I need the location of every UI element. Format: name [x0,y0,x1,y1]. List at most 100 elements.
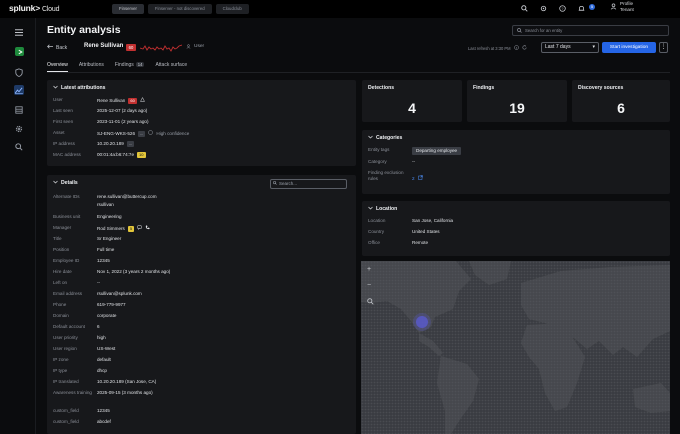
ip-badge: ... [126,141,135,147]
findings-count-badge: 14 [135,62,145,67]
entity-type: User [186,44,204,51]
exclusion-rules-link[interactable]: 2 [412,176,415,182]
app-logo-icon[interactable] [15,47,24,56]
latest-attributions-header[interactable]: Latest attributions [53,85,105,91]
arrow-left-icon [47,44,53,51]
topnav-item-not-discovered[interactable]: Finserver - not discovered [147,4,212,14]
asset-confidence: High confidence [156,130,190,136]
map-controls: + − [367,266,374,307]
search-icon [273,180,277,188]
location-title: Location [376,206,398,212]
discovery-sources-label: Discovery sources [578,85,624,91]
zoom-in-icon[interactable]: + [367,266,374,273]
location-panel: Location Location San Jose, California C… [362,201,670,256]
details-title: Details [61,180,78,186]
location-map[interactable]: + − [361,261,670,434]
discovery-sources-card[interactable]: Discovery sources 6 [572,80,670,122]
risk-score-badge: 60 [126,44,136,51]
profile-tenant: Tenant [620,7,634,12]
external-link-icon[interactable] [417,175,423,182]
activity-icon[interactable] [14,85,24,95]
last-refresh-text: Last refresh at 3:30 PM [468,45,511,51]
detections-card[interactable]: Detections 4 [362,80,462,122]
entity-name: Rene Sullivan [84,43,124,49]
entity-search-input[interactable]: Search for an entity [512,25,669,36]
findings-value: 19 [509,100,525,116]
back-label: Back [56,44,68,51]
topnav-item-finserver[interactable]: Finserver [112,4,144,14]
entity-search-placeholder: Search for an entity [525,28,563,33]
chevron-down-icon: ▾ [592,44,595,50]
top-icons: ? [519,3,586,13]
zoom-reset-icon[interactable] [367,298,374,307]
chevron-down-icon [368,206,373,212]
settings-icon[interactable] [538,3,548,13]
chevron-down-icon [53,85,58,91]
shield-icon[interactable] [14,67,24,77]
bell-icon[interactable] [576,3,586,13]
svg-text:?: ? [561,6,563,10]
topnav-item-cloudclub[interactable]: Cloudclub [215,4,249,14]
latest-attributions-title: Latest attributions [61,85,106,91]
mac-badge: 10 [137,152,146,158]
refresh-icon[interactable] [522,45,527,51]
chevron-down-icon [53,180,58,186]
details-panel: Details Search... Alternate IDs rene.sull… [47,175,356,434]
time-range-value: Last 7 days [545,44,571,50]
profile-menu[interactable]: Profile Tenant [610,1,634,13]
detections-value: 4 [408,100,416,116]
categories-title: Categories [376,135,403,141]
alert-icon [139,96,145,104]
top-bar: splunk> Cloud Finserver Finserver - not d… [0,0,680,18]
tab-overview[interactable]: Overview [47,62,68,72]
detections-label: Detections [368,85,395,91]
help-icon[interactable]: ? [557,3,567,13]
top-nav: Finserver Finserver - not discovered Clo… [112,4,249,14]
gear-icon[interactable] [14,124,24,134]
brand-logo[interactable]: splunk> Cloud [9,3,59,13]
user-icon [186,44,191,51]
search-icon[interactable] [519,3,529,13]
menu-icon[interactable] [14,27,24,37]
world-map [361,261,670,434]
search-icon [517,27,522,34]
tab-findings[interactable]: Findings 14 [115,62,145,72]
findings-card[interactable]: Findings 19 [467,80,567,122]
last-refresh: Last refresh at 3:30 PM [468,45,527,51]
user-link[interactable]: Rene Sullivan [97,98,125,104]
chat-icon[interactable] [137,225,142,232]
entity-tabs: Overview Attributions Findings 14 Attack … [47,62,187,72]
findings-label: Findings [473,85,495,91]
confidence-icon [148,130,154,137]
categories-panel: Categories Entity tags Departing employe… [362,130,670,194]
back-button[interactable]: Back [47,44,67,51]
latest-attributions-panel: Latest attributions User Rene Sullivan 60… [47,80,356,166]
left-rail [0,18,36,434]
discovery-sources-value: 6 [617,100,625,116]
location-header[interactable]: Location [368,206,397,212]
user-icon [610,3,617,12]
zoom-out-icon[interactable]: − [367,282,374,289]
risk-sparkline [140,44,182,52]
details-search-input[interactable]: Search... [270,179,347,189]
phone-icon[interactable] [145,225,150,232]
chevron-down-icon [368,135,373,141]
details-header[interactable]: Details [53,180,78,186]
time-range-select[interactable]: Last 7 days ▾ [541,42,599,53]
page-title: Entity analysis [47,24,121,36]
list-icon[interactable] [14,105,24,115]
categories-header[interactable]: Categories [368,135,402,141]
tab-attributions[interactable]: Attributions [79,62,104,72]
info-icon[interactable] [513,45,519,51]
entity-type-label: User [194,44,205,49]
asset-link[interactable]: SJ-ENG-WKS-526 [97,131,135,137]
details-search-placeholder: Search... [279,181,298,186]
asset-badge: ... [138,130,146,137]
entity-tag-chip[interactable]: Departing employee [412,147,462,155]
notification-count-badge[interactable]: 5 [589,4,595,10]
search-icon[interactable] [14,142,24,152]
manager-link[interactable]: Rod Simmers [97,226,125,232]
tab-attack-surface[interactable]: Attack surface [155,62,187,72]
start-investigation-button[interactable]: Start investigation [602,42,656,53]
more-options-icon[interactable]: ⋮ [659,42,668,53]
